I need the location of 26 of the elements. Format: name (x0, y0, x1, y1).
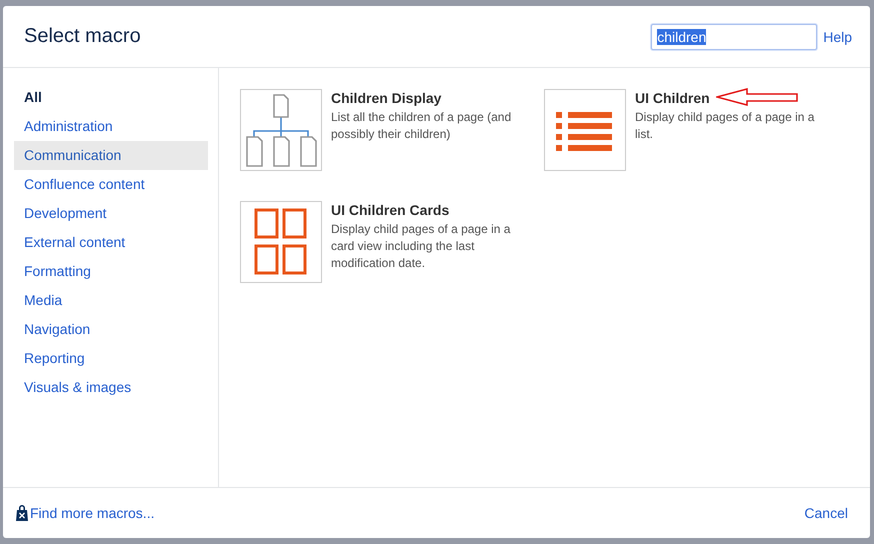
category-item[interactable]: Reporting (14, 344, 208, 373)
macro-name[interactable]: UI Children (635, 90, 710, 106)
macro-thumbnail[interactable] (240, 89, 322, 171)
help-link[interactable]: Help (823, 28, 852, 44)
macro-description: List all the children of a page (and possibly their children) (331, 109, 512, 143)
category-item[interactable]: All (14, 83, 208, 112)
macro-thumbnail[interactable] (544, 89, 626, 171)
category-item[interactable]: Visuals & images (14, 373, 208, 402)
category-item[interactable]: Communication (14, 141, 208, 170)
dialog-title: Select macro (24, 25, 141, 48)
cancel-button[interactable]: Cancel (802, 501, 850, 525)
category-item[interactable]: Navigation (14, 315, 208, 344)
category-item[interactable]: Development (14, 199, 208, 228)
find-more-macros-link[interactable]: Find more macros... (30, 505, 154, 521)
macro-thumbnail[interactable] (240, 201, 322, 283)
shopping-bag-icon (16, 505, 28, 521)
macro-description: Display child pages of a page in a list. (635, 109, 816, 143)
category-item[interactable]: Confluence content (14, 170, 208, 199)
category-item[interactable]: Media (14, 286, 208, 315)
macro-name[interactable]: UI Children Cards (331, 202, 450, 218)
category-item[interactable]: Administration (14, 112, 208, 141)
search-field[interactable]: children (651, 24, 818, 50)
category-item[interactable]: External content (14, 228, 208, 257)
category-item[interactable]: Formatting (14, 257, 208, 286)
macro-description: Display child pages of a page in a card view including the last modification date. (331, 221, 512, 272)
macro-name[interactable]: Children Display (331, 90, 442, 106)
